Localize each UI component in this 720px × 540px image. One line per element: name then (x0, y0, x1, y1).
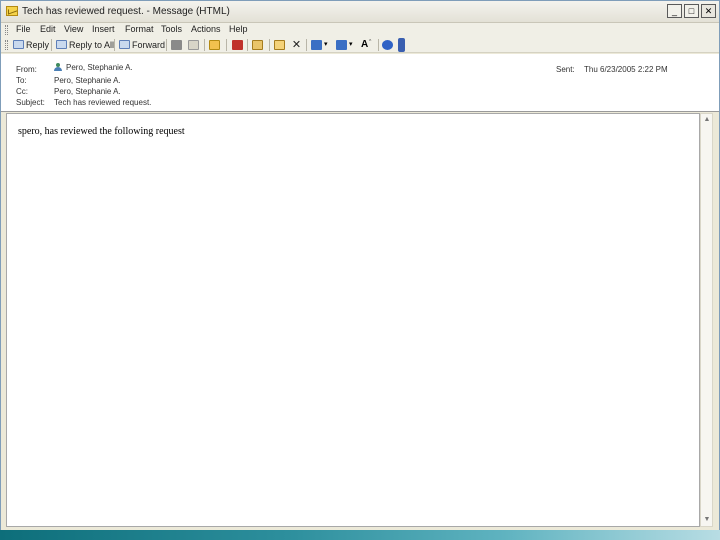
window-title: Tech has reviewed request. - Message (HT… (22, 6, 230, 17)
scroll-down-icon[interactable]: ▼ (702, 515, 712, 525)
menu-tools[interactable]: Tools (161, 24, 182, 34)
print-icon[interactable] (171, 40, 182, 50)
toolbar-separator (166, 39, 167, 51)
menu-file[interactable]: File (16, 24, 31, 34)
menu-view[interactable]: View (64, 24, 83, 34)
mark-icon[interactable] (274, 40, 285, 50)
reply-all-icon (56, 40, 67, 49)
menu-edit[interactable]: Edit (40, 24, 56, 34)
menu-bar: File Edit View Insert Format Tools Actio… (1, 23, 719, 37)
toolbar-separator (204, 39, 205, 51)
message-window: Tech has reviewed request. - Message (HT… (0, 0, 720, 540)
toolbar-separator (269, 39, 270, 51)
next-item-icon[interactable] (336, 40, 347, 50)
chevron-down-icon[interactable]: ▾ (324, 40, 335, 50)
forward-label: Forward (132, 40, 166, 50)
from-value[interactable]: Pero, Stephanie A. (54, 63, 133, 72)
sent-label: Sent: (556, 65, 575, 74)
help-icon[interactable] (382, 40, 393, 50)
menu-format[interactable]: Format (125, 24, 154, 34)
sent-value: Thu 6/23/2005 2:22 PM (584, 65, 668, 74)
message-header: From: Pero, Stephanie A. To: Pero, Steph… (1, 54, 719, 112)
cc-value[interactable]: Pero, Stephanie A. (54, 87, 121, 96)
scroll-up-icon[interactable]: ▲ (702, 115, 712, 125)
to-label: To: (16, 76, 27, 85)
to-value[interactable]: Pero, Stephanie A. (54, 76, 121, 85)
reply-all-label: Reply to All (69, 40, 115, 50)
menu-grip-handle[interactable] (5, 25, 8, 35)
maximize-button[interactable]: □ (684, 4, 699, 18)
menu-help[interactable]: Help (229, 24, 248, 34)
menu-actions[interactable]: Actions (191, 24, 221, 34)
flag-icon[interactable] (232, 40, 243, 50)
title-bar[interactable]: Tech has reviewed request. - Message (HT… (1, 1, 719, 23)
toolbar-separator (247, 39, 248, 51)
reply-all-button[interactable]: Reply to All (56, 38, 114, 52)
subject-value: Tech has reviewed request. (54, 98, 152, 107)
chevron-down-icon[interactable]: ▾ (349, 40, 360, 50)
standard-toolbar: Reply Reply to All Forward ✕ ▾ ▾ A ˆ (1, 37, 719, 53)
forward-button[interactable]: Forward (119, 38, 165, 52)
toolbar-separator (306, 39, 307, 51)
from-label: From: (16, 65, 37, 74)
taskbar (0, 530, 720, 540)
menu-insert[interactable]: Insert (92, 24, 115, 34)
envelope-icon (6, 6, 18, 16)
from-name: Pero, Stephanie A. (66, 63, 133, 72)
reply-icon (13, 40, 24, 49)
toolbar-grip-handle[interactable] (5, 40, 8, 50)
reply-label: Reply (26, 40, 50, 50)
person-icon (54, 63, 63, 71)
close-button[interactable]: ✕ (701, 4, 716, 18)
message-body[interactable]: spero, has reviewed the following reques… (6, 113, 700, 527)
reply-button[interactable]: Reply (13, 38, 49, 52)
body-text: spero, has reviewed the following reques… (18, 126, 185, 137)
toolbar-separator (378, 39, 379, 51)
cc-label: Cc: (16, 87, 28, 96)
toolbar-separator (226, 39, 227, 51)
toolbar-separator (114, 39, 115, 51)
minimize-button[interactable]: _ (667, 4, 682, 18)
folder-icon[interactable] (252, 40, 263, 50)
forward-icon (119, 40, 130, 49)
envelope-icon[interactable] (209, 40, 220, 50)
delete-icon[interactable]: ✕ (291, 40, 302, 51)
vertical-scrollbar[interactable]: ▲ ▼ (700, 113, 713, 527)
subject-label: Subject: (16, 98, 45, 107)
move-to-folder-icon[interactable] (188, 40, 199, 50)
previous-item-icon[interactable] (311, 40, 322, 50)
toolbar-separator (51, 39, 52, 51)
toolbar-options-handle[interactable] (398, 38, 405, 52)
